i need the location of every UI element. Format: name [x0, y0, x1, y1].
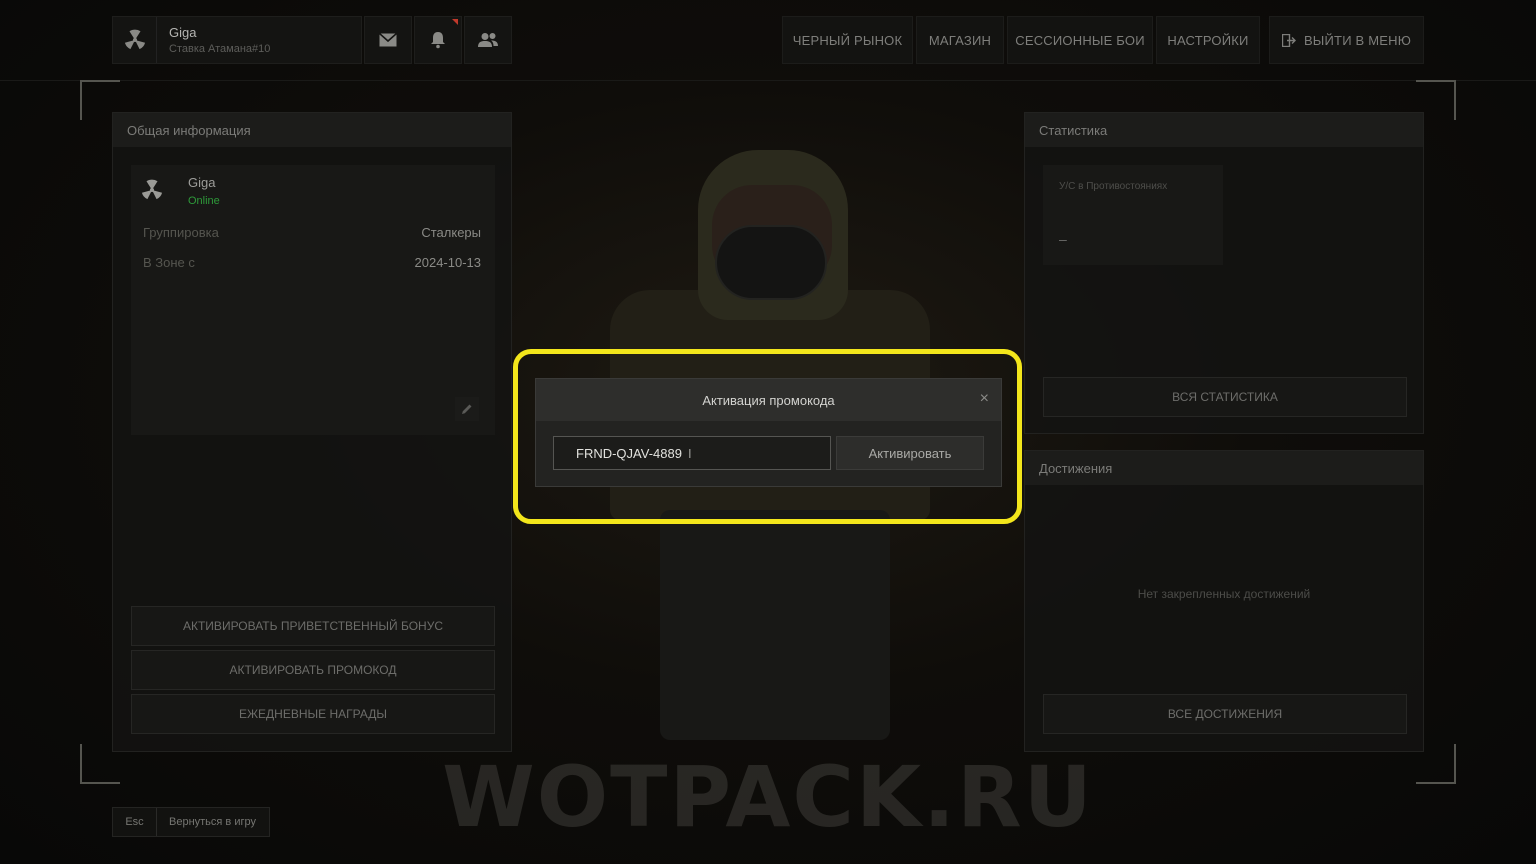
statistics-panel: Статистика У/С в Противостояниях – ВСЯ С… [1024, 112, 1424, 434]
friends-button[interactable] [464, 16, 512, 64]
zone-since-label: В Зоне с [143, 255, 195, 270]
achievements-panel: Достижения Нет закрепленных достижений В… [1024, 450, 1424, 752]
exit-to-menu-button[interactable]: ВЫЙТИ В МЕНЮ [1269, 16, 1424, 64]
highlight-frame [513, 349, 1022, 524]
edit-button[interactable] [455, 397, 479, 421]
faction-label: Группировка [143, 225, 219, 240]
zone-since-value: 2024-10-13 [414, 255, 482, 270]
statistics-title: Статистика [1025, 113, 1423, 147]
users-icon [478, 33, 498, 47]
player-name: Giga [188, 175, 216, 190]
player-status: Online [188, 195, 220, 207]
stat-card: У/С в Противостояниях – [1043, 165, 1223, 265]
radiation-icon [113, 17, 157, 63]
notifications-button[interactable] [414, 16, 462, 64]
nav-session-battles[interactable]: СЕССИОННЫЕ БОИ [1007, 16, 1153, 64]
player-radiation-icon [141, 179, 163, 206]
daily-rewards-button[interactable]: ЕЖЕДНЕВНЫЕ НАГРАДЫ [131, 694, 495, 734]
all-stats-button[interactable]: ВСЯ СТАТИСТИКА [1043, 377, 1407, 417]
achievements-title: Достижения [1025, 451, 1423, 485]
player-card: Giga Online Группировка Сталкеры В Зоне … [131, 165, 495, 435]
profile-subtitle: Ставка Атамана#10 [169, 43, 271, 55]
stat-card-value: – [1059, 231, 1067, 247]
nav-settings[interactable]: НАСТРОЙКИ [1156, 16, 1260, 64]
character-legs [660, 510, 890, 740]
mail-button[interactable] [364, 16, 412, 64]
activate-promo-button[interactable]: АКТИВИРОВАТЬ ПРОМОКОД [131, 650, 495, 690]
general-info-panel: Общая информация Giga Online Группировка… [112, 112, 512, 752]
welcome-bonus-button[interactable]: АКТИВИРОВАТЬ ПРИВЕТСТВЕННЫЙ БОНУС [131, 606, 495, 646]
esc-key: Esc [113, 808, 157, 836]
all-achievements-button[interactable]: ВСЕ ДОСТИЖЕНИЯ [1043, 694, 1407, 734]
nav-black-market[interactable]: ЧЕРНЫЙ РЫНОК [782, 16, 913, 64]
profile-widget[interactable]: Giga Ставка Атамана#10 [112, 16, 362, 64]
exit-icon [1281, 33, 1296, 47]
nav-shop[interactable]: МАГАЗИН [916, 16, 1004, 64]
return-label: Вернуться в игру [169, 816, 256, 828]
mail-icon [379, 33, 397, 47]
achievements-empty-text: Нет закрепленных достижений [1137, 587, 1311, 601]
bell-icon [431, 32, 445, 49]
general-info-title: Общая информация [113, 113, 511, 147]
profile-name: Giga [169, 25, 197, 40]
notification-dot [452, 19, 458, 25]
pencil-icon [462, 404, 472, 414]
topbar-divider [0, 80, 1536, 81]
faction-value: Сталкеры [421, 225, 481, 240]
stat-card-label: У/С в Противостояниях [1059, 181, 1168, 192]
return-to-game-button[interactable]: Esc Вернуться в игру [112, 807, 270, 837]
exit-label: ВЫЙТИ В МЕНЮ [1303, 32, 1412, 48]
character-gas-mask [715, 225, 827, 300]
